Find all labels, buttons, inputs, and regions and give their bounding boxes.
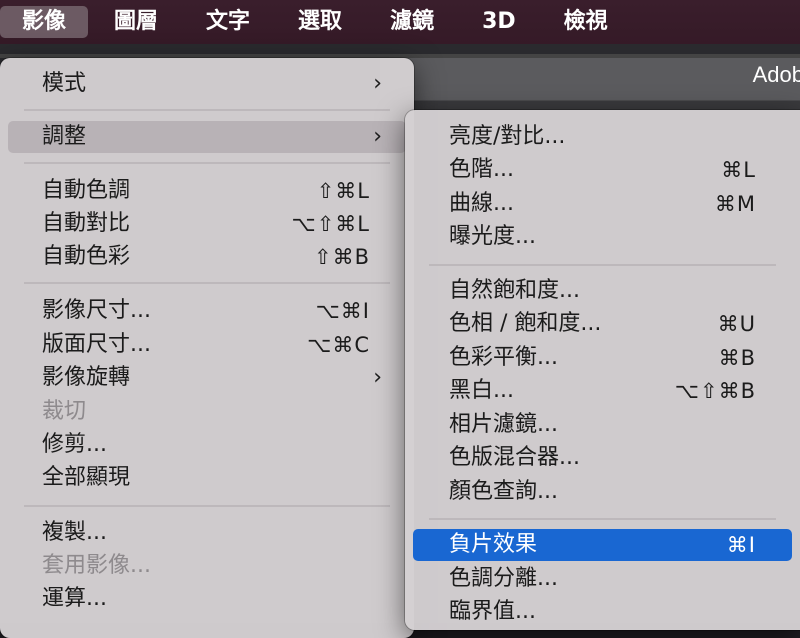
- menu-item-label: 色階...: [449, 157, 514, 182]
- menu-item-exposure[interactable]: 曝光度...: [413, 221, 792, 253]
- image-menu: 模式 › 調整 › 自動色調 ⇧⌘L 自動對比 ⌥⇧⌘L 自動色彩 ⇧⌘B 影像…: [0, 58, 414, 638]
- menu-item-shortcut: ⌘I: [726, 533, 756, 557]
- menu-item-label: 顏色查詢...: [449, 479, 558, 504]
- menu-item-shortcut: ⌥⌘C: [307, 333, 370, 357]
- menu-item-label: 運算...: [42, 586, 107, 611]
- menu-item-label: 自動色調: [42, 178, 131, 203]
- menubar-item-3d[interactable]: 3D: [460, 6, 538, 38]
- menu-item-photo-filter[interactable]: 相片濾鏡...: [413, 409, 792, 441]
- menu-item-auto-tone[interactable]: 自動色調 ⇧⌘L: [8, 175, 406, 207]
- menu-item-label: 套用影像...: [42, 553, 151, 578]
- menu-item-label: 模式: [42, 71, 87, 96]
- menu-item-shortcut: ⌥⇧⌘B: [674, 379, 756, 403]
- menu-item-label: 相片濾鏡...: [449, 412, 558, 437]
- menu-item-levels[interactable]: 色階... ⌘L: [413, 154, 792, 186]
- menu-item-threshold[interactable]: 臨界值...: [413, 596, 792, 628]
- menu-item-label: 影像尺寸...: [42, 298, 151, 323]
- menu-item-label: 臨界值...: [449, 599, 536, 624]
- menu-item-label: 色彩平衡...: [449, 345, 558, 370]
- menu-item-calculations[interactable]: 運算...: [8, 583, 406, 615]
- menu-item-mode[interactable]: 模式 ›: [8, 68, 406, 100]
- menu-separator: [24, 162, 390, 164]
- menu-separator: [24, 109, 390, 111]
- menu-item-label: 黑白...: [449, 378, 514, 403]
- menubar-item-select[interactable]: 選取: [276, 6, 364, 38]
- menu-item-color-balance[interactable]: 色彩平衡... ⌘B: [413, 342, 792, 374]
- menu-item-apply-image: 套用影像...: [8, 550, 406, 582]
- menu-item-shortcut: ⇧⌘B: [313, 245, 370, 269]
- menu-separator: [24, 282, 390, 284]
- menu-item-image-size[interactable]: 影像尺寸... ⌥⌘I: [8, 295, 406, 327]
- menu-item-channel-mixer[interactable]: 色版混合器...: [413, 442, 792, 474]
- menu-item-shortcut: ⇧⌘L: [316, 179, 370, 203]
- menu-item-label: 曝光度...: [449, 224, 536, 249]
- menu-item-shortcut: ⌥⌘I: [315, 299, 370, 323]
- menu-item-label: 裁切: [42, 399, 87, 424]
- menu-item-auto-color[interactable]: 自動色彩 ⇧⌘B: [8, 241, 406, 273]
- menu-item-canvas-size[interactable]: 版面尺寸... ⌥⌘C: [8, 329, 406, 361]
- menu-item-label: 調整: [42, 124, 87, 149]
- menu-item-invert[interactable]: 負片效果 ⌘I: [413, 529, 792, 561]
- menu-item-reveal-all[interactable]: 全部顯現: [8, 462, 406, 494]
- menu-separator: [429, 518, 776, 520]
- menu-item-brightness-contrast[interactable]: 亮度/對比...: [413, 121, 792, 153]
- menu-item-trim[interactable]: 修剪...: [8, 429, 406, 461]
- menu-item-shortcut: ⌘B: [718, 346, 756, 370]
- menu-item-label: 全部顯現: [42, 465, 131, 490]
- menu-item-curves[interactable]: 曲線... ⌘M: [413, 188, 792, 220]
- menubar-item-view[interactable]: 檢視: [542, 6, 630, 38]
- submenu-arrow-icon: ›: [373, 124, 382, 149]
- menu-item-image-rotation[interactable]: 影像旋轉 ›: [8, 362, 406, 394]
- adjustments-submenu: 亮度/對比... 色階... ⌘L 曲線... ⌘M 曝光度... 自然飽和度.…: [405, 110, 800, 630]
- menubar-item-filter[interactable]: 濾鏡: [368, 6, 456, 38]
- app-window-titlebar: Adob: [380, 58, 800, 101]
- menubar-item-layer[interactable]: 圖層: [92, 6, 180, 38]
- menu-item-label: 版面尺寸...: [42, 332, 151, 357]
- menu-item-shortcut: ⌥⇧⌘L: [291, 212, 370, 236]
- menu-item-label: 影像旋轉: [42, 365, 131, 390]
- menu-item-adjustments[interactable]: 調整 ›: [8, 121, 406, 153]
- menu-item-black-white[interactable]: 黑白... ⌥⇧⌘B: [413, 375, 792, 407]
- menu-separator: [429, 264, 776, 266]
- menu-separator: [24, 505, 390, 507]
- menu-item-crop: 裁切: [8, 396, 406, 428]
- menu-item-color-lookup[interactable]: 顏色查詢...: [413, 476, 792, 508]
- menu-item-shortcut: ⌘L: [721, 158, 756, 182]
- menu-item-label: 色版混合器...: [449, 445, 580, 470]
- menubar-item-type[interactable]: 文字: [184, 6, 272, 38]
- menu-item-shortcut: ⌘U: [717, 312, 756, 336]
- menu-item-label: 色相 / 飽和度...: [449, 311, 602, 336]
- menu-item-label: 修剪...: [42, 432, 107, 457]
- menu-item-vibrance[interactable]: 自然飽和度...: [413, 275, 792, 307]
- menu-item-label: 自動對比: [42, 211, 131, 236]
- menu-item-label: 色調分離...: [449, 566, 558, 591]
- app-title: Adob: [752, 62, 800, 87]
- menu-item-label: 自動色彩: [42, 244, 131, 269]
- menu-item-label: 複製...: [42, 520, 107, 545]
- menu-item-label: 負片效果: [449, 532, 538, 557]
- menu-bar: 影像 圖層 文字 選取 濾鏡 3D 檢視: [0, 0, 800, 44]
- menu-item-duplicate[interactable]: 複製...: [8, 517, 406, 549]
- menu-item-auto-contrast[interactable]: 自動對比 ⌥⇧⌘L: [8, 208, 406, 240]
- menubar-item-image[interactable]: 影像: [0, 6, 89, 38]
- menu-item-label: 自然飽和度...: [449, 278, 580, 303]
- submenu-arrow-icon: ›: [373, 365, 382, 390]
- menu-item-label: 亮度/對比...: [449, 124, 566, 149]
- menu-item-posterize[interactable]: 色調分離...: [413, 563, 792, 595]
- submenu-arrow-icon: ›: [373, 71, 382, 96]
- menu-item-hue-saturation[interactable]: 色相 / 飽和度... ⌘U: [413, 308, 792, 340]
- menu-item-shortcut: ⌘M: [714, 192, 756, 216]
- menu-item-label: 曲線...: [449, 191, 514, 216]
